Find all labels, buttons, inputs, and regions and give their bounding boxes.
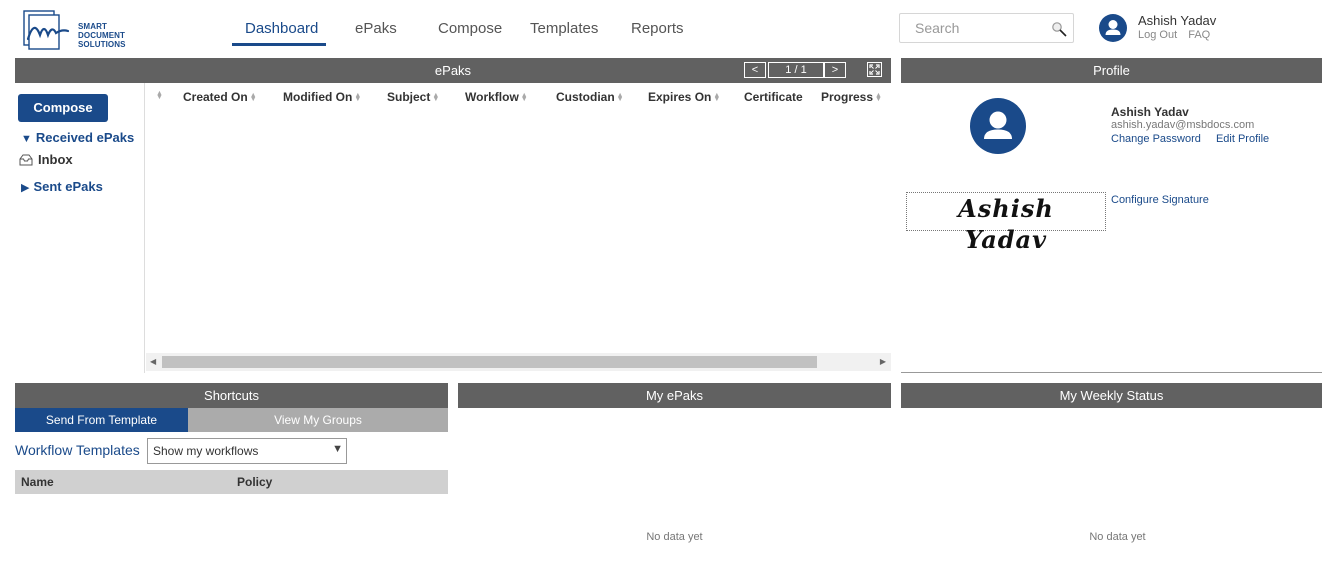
nav-active-underline (232, 43, 326, 46)
top-bar: SMART DOCUMENT SOLUTIONS Dashboard ePaks… (0, 0, 1322, 58)
epaks-horizontal-scrollbar[interactable]: ◀ ▶ (146, 353, 891, 371)
user-icon (1105, 20, 1121, 35)
weekly-status-panel-title: My Weekly Status (1059, 388, 1164, 403)
faq-link[interactable]: FAQ (1188, 29, 1210, 41)
col-subject-label: Subject (387, 90, 431, 104)
tree-received-epaks[interactable]: ▼ Received ePaks (21, 130, 134, 145)
brand-line-1: SMART DOCUMENT (78, 22, 126, 40)
sort-icon: ▲ ▼ (354, 91, 362, 103)
sort-icon: ▲ ▼ (713, 91, 721, 103)
epaks-table-body (146, 110, 891, 353)
epaks-table-header: ▲ ▼ Created On ▲ ▼ Modified On ▲ ▼ Subject ▲ ▼ … (146, 83, 891, 110)
profile-panel-title: Profile (1093, 63, 1130, 78)
templates-table-header: Name Policy (15, 470, 448, 494)
edit-profile-link[interactable]: Edit Profile (1216, 133, 1269, 145)
workflow-templates-label: Workflow Templates (15, 442, 140, 458)
sort-icon: ▲ ▼ (616, 91, 624, 103)
col-workflow-label: Workflow (465, 90, 519, 104)
weekly-status-panel-header: My Weekly Status (901, 383, 1322, 408)
received-epaks-label: Received ePaks (35, 130, 135, 145)
col-modified-on[interactable]: Modified On ▲ ▼ (283, 90, 361, 104)
my-epaks-empty-message: No data yet (646, 531, 703, 543)
col-expires-on-label: Expires On (648, 90, 712, 104)
pager-prev-button[interactable]: < (744, 62, 766, 78)
nav-dashboard[interactable]: Dashboard (245, 20, 318, 37)
collapse-triangle-icon: ▼ (21, 133, 32, 145)
col-custodian-label: Custodian (556, 90, 615, 104)
col-modified-on-label: Modified On (283, 90, 353, 104)
nav-epaks[interactable]: ePaks (355, 20, 397, 37)
col-created-on-label: Created On (183, 90, 248, 104)
col-name[interactable]: Name (21, 475, 54, 489)
change-password-link[interactable]: Change Password (1111, 133, 1201, 145)
sort-icon: ▲ ▼ (249, 91, 257, 103)
tree-sent-epaks[interactable]: ▶ Sent ePaks (21, 179, 103, 194)
tab-view-my-groups[interactable]: View My Groups (188, 408, 448, 432)
expand-icon[interactable] (867, 62, 882, 77)
tab-send-from-template[interactable]: Send From Template (15, 408, 188, 432)
epaks-sidebar: Compose ▼ Received ePaks Inbox ▶ Sent ePak… (15, 83, 145, 373)
col-custodian[interactable]: Custodian ▲ ▼ (556, 90, 624, 104)
sort-icon: ▲ ▼ (432, 91, 440, 103)
profile-links: Change Password Edit Profile (1111, 133, 1281, 145)
nav-templates[interactable]: Templates (530, 20, 598, 37)
inbox-icon (19, 154, 33, 166)
brand-logo[interactable]: SMART DOCUMENT SOLUTIONS (22, 9, 152, 51)
shortcuts-panel-header: Shortcuts (15, 383, 448, 408)
compose-button[interactable]: Compose (18, 94, 108, 122)
sort-icon: ▲ ▼ (520, 91, 528, 103)
col-policy[interactable]: Policy (237, 475, 272, 489)
logo-mark-icon (23, 10, 70, 50)
col-workflow[interactable]: Workflow ▲ ▼ (465, 90, 528, 104)
brand-line-2: SOLUTIONS (78, 40, 126, 49)
signature-box[interactable]: Ashish Yadav (906, 192, 1106, 254)
profile-name: Ashish Yadav (1111, 105, 1189, 119)
pager-page-indicator: 1 / 1 (768, 62, 824, 78)
expand-triangle-icon: ▶ (21, 182, 30, 194)
nav-reports[interactable]: Reports (631, 20, 684, 37)
search-input[interactable] (900, 14, 1050, 42)
signature-image: Ashish Yadav (958, 194, 1054, 254)
profile-divider (901, 372, 1322, 373)
user-avatar[interactable] (1099, 14, 1127, 42)
col-progress[interactable]: Progress ▲ ▼ (821, 90, 882, 104)
chevron-down-icon: ▼ (332, 443, 343, 455)
sent-epaks-label: Sent ePaks (33, 179, 103, 194)
inbox-label: Inbox (38, 152, 73, 167)
row-sort-icon[interactable]: ▲ ▼ (156, 90, 163, 101)
shortcuts-panel-title: Shortcuts (204, 388, 259, 403)
pager-next-button[interactable]: > (824, 62, 846, 78)
profile-panel-header: Profile (901, 58, 1322, 83)
header-user-name: Ashish Yadav (1138, 13, 1217, 28)
configure-signature-link[interactable]: Configure Signature (1111, 194, 1209, 206)
brand-name: SMART DOCUMENT SOLUTIONS (78, 22, 152, 49)
epaks-panel-title: ePaks (434, 63, 472, 78)
col-subject[interactable]: Subject ▲ ▼ (387, 90, 439, 104)
header-user-links: Log Out FAQ (1138, 29, 1218, 41)
my-epaks-panel-header: My ePaks (458, 383, 891, 408)
scroll-right-arrow-icon[interactable]: ▶ (880, 357, 886, 366)
search-icon[interactable] (1051, 21, 1067, 37)
workflow-filter-select[interactable]: Show my workflows ▼ (147, 438, 347, 464)
profile-email: ashish.yadav@msbdocs.com (1111, 119, 1255, 131)
search-box (899, 13, 1074, 43)
col-created-on[interactable]: Created On ▲ ▼ (183, 90, 257, 104)
col-expires-on[interactable]: Expires On ▲ ▼ (648, 90, 720, 104)
col-progress-label: Progress (821, 90, 874, 104)
sort-icon: ▲ ▼ (875, 91, 882, 103)
nav-compose[interactable]: Compose (438, 20, 502, 37)
scroll-left-arrow-icon[interactable]: ◀ (150, 357, 156, 366)
weekly-status-empty-message: No data yet (1089, 531, 1146, 543)
logout-link[interactable]: Log Out (1138, 29, 1177, 41)
col-certificate-label: Certificate (744, 90, 803, 104)
col-certificate[interactable]: Certificate (744, 90, 803, 104)
workflow-filter-value: Show my workflows (153, 444, 259, 458)
profile-avatar[interactable] (970, 98, 1026, 154)
tree-inbox[interactable]: Inbox (19, 152, 73, 167)
scroll-thumb[interactable] (162, 356, 817, 368)
my-epaks-panel-title: My ePaks (645, 388, 704, 403)
user-icon (984, 111, 1012, 139)
